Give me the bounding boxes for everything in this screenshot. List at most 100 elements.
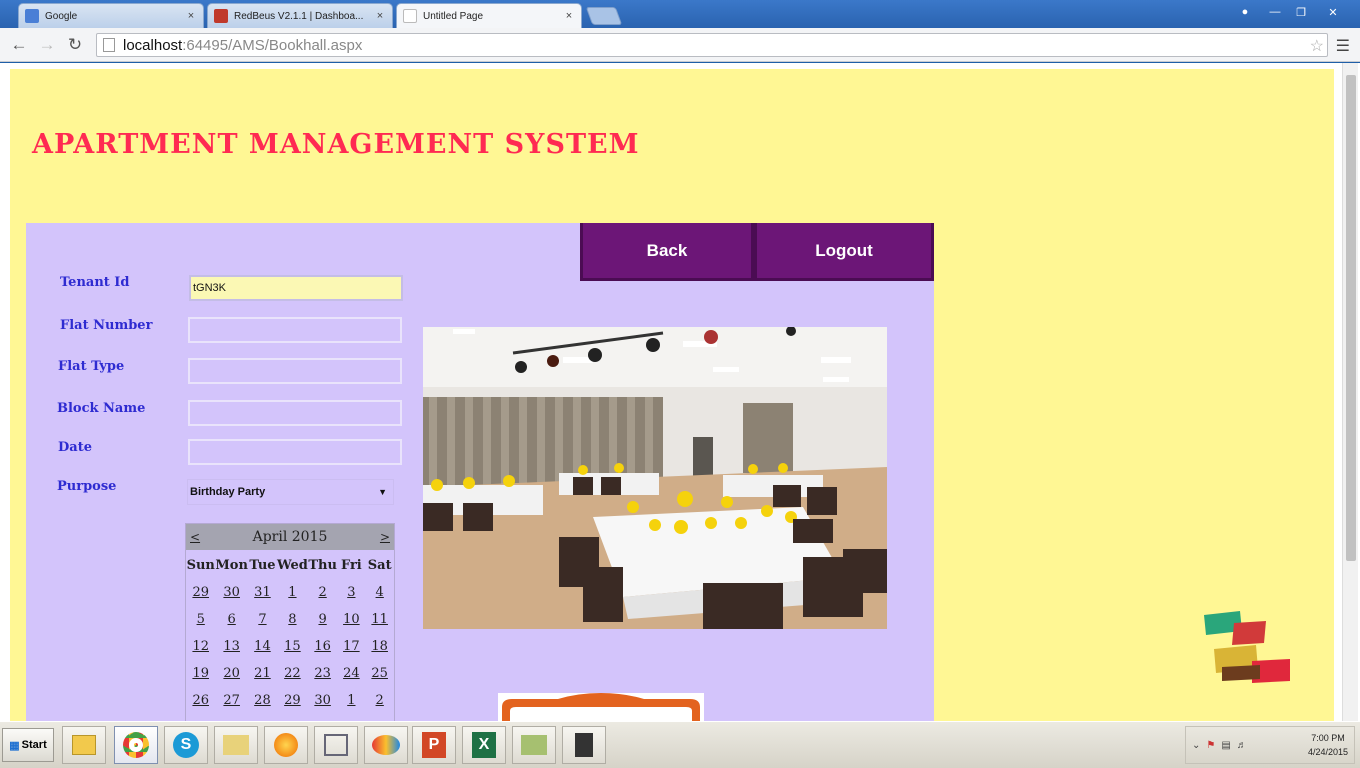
paint-icon[interactable] — [364, 726, 408, 764]
tab-label: RedBeus V2.1.1 | Dashboa... — [234, 10, 364, 22]
new-tab-button[interactable] — [585, 7, 623, 25]
clock[interactable]: 7:00 PM 4/24/2015 — [1308, 731, 1348, 759]
volume-icon[interactable]: ♬ — [1237, 740, 1247, 751]
url-host: localhost — [123, 36, 183, 54]
scrollbar-thumb[interactable] — [1346, 75, 1356, 561]
tray-expand-icon[interactable]: ⌄ — [1192, 740, 1200, 751]
purpose-select[interactable]: Birthday Party ▼ — [187, 479, 394, 505]
calendar-day[interactable]: 1 — [277, 579, 308, 606]
calendar-day[interactable]: 29 — [277, 687, 308, 714]
weekday-row: Sun Mon Tue Wed Thu Fri Sat — [186, 552, 394, 579]
start-button[interactable]: ▦ Start — [2, 728, 54, 762]
calendar-grid: Sun Mon Tue Wed Thu Fri Sat 29 30 31 1 2 — [186, 552, 394, 714]
calendar-day[interactable]: 2 — [365, 687, 394, 714]
purpose-value: Birthday Party — [190, 486, 266, 498]
date-input[interactable] — [188, 439, 402, 465]
calendar-day[interactable]: 10 — [337, 606, 365, 633]
close-icon[interactable]: × — [374, 10, 386, 22]
calendar-day[interactable]: 19 — [186, 660, 215, 687]
calendar-day[interactable]: 21 — [248, 660, 277, 687]
close-icon[interactable]: × — [563, 10, 575, 22]
reload-icon[interactable]: ↻ — [64, 34, 86, 56]
calendar-day[interactable]: 2 — [308, 579, 337, 606]
back-arrow-icon[interactable]: ← — [8, 34, 30, 56]
calendar-day[interactable]: 1 — [337, 687, 365, 714]
calendar-day[interactable]: 22 — [277, 660, 308, 687]
flat-type-input[interactable] — [188, 358, 402, 384]
calendar-day[interactable]: 18 — [365, 633, 394, 660]
back-button[interactable]: Back — [580, 223, 754, 281]
calendar-day[interactable]: 30 — [308, 687, 337, 714]
calendar-day[interactable]: 8 — [277, 606, 308, 633]
calendar-day[interactable]: 9 — [308, 606, 337, 633]
calendar-day[interactable]: 11 — [365, 606, 394, 633]
calendar-day[interactable]: 16 — [308, 633, 337, 660]
address-bar[interactable]: localhost :64495/AMS/Bookhall.aspx — [96, 33, 1328, 57]
tab-redbeus[interactable]: RedBeus V2.1.1 | Dashboa... × — [207, 3, 393, 28]
tab-label: Google — [45, 10, 78, 22]
flat-number-label: Flat Number — [60, 318, 153, 333]
purpose-label: Purpose — [57, 479, 117, 494]
calendar-day[interactable]: 28 — [248, 687, 277, 714]
calendar-day[interactable]: 14 — [248, 633, 277, 660]
maximize-button[interactable]: ❐ — [1288, 3, 1314, 21]
flag-icon[interactable]: ⚑ — [1206, 740, 1215, 751]
menu-icon[interactable]: ☰ — [1336, 36, 1350, 56]
page-title: Apartment Management System — [32, 129, 640, 160]
weekday-header: Mon — [215, 558, 248, 573]
taskbar: ▦ Start S P X ⌄ ⚑ ▤ ♬ 7:00 PM 4/24/2015 — [0, 721, 1360, 768]
chrome-icon[interactable] — [114, 726, 158, 764]
forward-arrow-icon[interactable]: → — [36, 34, 58, 56]
calendar-day[interactable]: 4 — [365, 579, 394, 606]
bookmark-star-icon[interactable]: ☆ — [1310, 36, 1324, 56]
calendar-day[interactable]: 15 — [277, 633, 308, 660]
notes-icon[interactable] — [512, 726, 556, 764]
calendar-week: 29 30 31 1 2 3 4 — [186, 579, 394, 606]
powerpoint-icon[interactable]: P — [412, 726, 456, 764]
calendar-day[interactable]: 7 — [248, 606, 277, 633]
calendar-day[interactable]: 6 — [215, 606, 248, 633]
calendar-day[interactable]: 31 — [248, 579, 277, 606]
calendar-day[interactable]: 24 — [337, 660, 365, 687]
tenant-id-input[interactable]: tGN3K — [189, 275, 403, 301]
tab-label: Untitled Page — [423, 10, 484, 22]
calendar-day[interactable]: 30 — [215, 579, 248, 606]
network-icon[interactable] — [314, 726, 358, 764]
window-close-button[interactable]: ✕ — [1320, 3, 1346, 21]
weekday-header: Tue — [249, 558, 276, 573]
tab-untitled-page[interactable]: Untitled Page × — [396, 3, 582, 28]
calendar-day[interactable]: 27 — [215, 687, 248, 714]
excel-icon[interactable]: X — [462, 726, 506, 764]
firefox-icon[interactable] — [264, 726, 308, 764]
camera-icon[interactable] — [562, 726, 606, 764]
calendar-day[interactable]: 3 — [337, 579, 365, 606]
calendar-day[interactable]: 13 — [215, 633, 248, 660]
calendar-day[interactable]: 25 — [365, 660, 394, 687]
calendar-day[interactable]: 5 — [186, 606, 215, 633]
calendar-day[interactable]: 17 — [337, 633, 365, 660]
tab-google[interactable]: Google × — [18, 3, 204, 28]
weekday-header: Sat — [367, 558, 392, 573]
folder-icon[interactable] — [214, 726, 258, 764]
network-status-icon[interactable]: ▤ — [1221, 740, 1230, 751]
user-icon[interactable]: ● — [1232, 3, 1258, 21]
next-month-link[interactable]: > — [380, 530, 390, 544]
booking-panel: Back Logout Tenant Id tGN3K Flat Number … — [26, 223, 934, 723]
calendar-day[interactable]: 20 — [215, 660, 248, 687]
calendar-day[interactable]: 29 — [186, 579, 215, 606]
logout-button[interactable]: Logout — [754, 223, 934, 281]
block-name-input[interactable] — [188, 400, 402, 426]
flat-number-input[interactable] — [188, 317, 402, 343]
page-icon — [103, 38, 115, 52]
prev-month-link[interactable]: < — [190, 530, 200, 544]
minimize-button[interactable]: — — [1262, 3, 1288, 21]
calendar-week: 12 13 14 15 16 17 18 — [186, 633, 394, 660]
page-scrollbar[interactable] — [1342, 63, 1358, 721]
calendar-day[interactable]: 26 — [186, 687, 215, 714]
calendar-day[interactable]: 23 — [308, 660, 337, 687]
calendar-day[interactable]: 12 — [186, 633, 215, 660]
windows-logo-icon: ▦ — [9, 739, 20, 752]
skype-icon[interactable]: S — [164, 726, 208, 764]
explorer-icon[interactable] — [62, 726, 106, 764]
close-icon[interactable]: × — [185, 10, 197, 22]
